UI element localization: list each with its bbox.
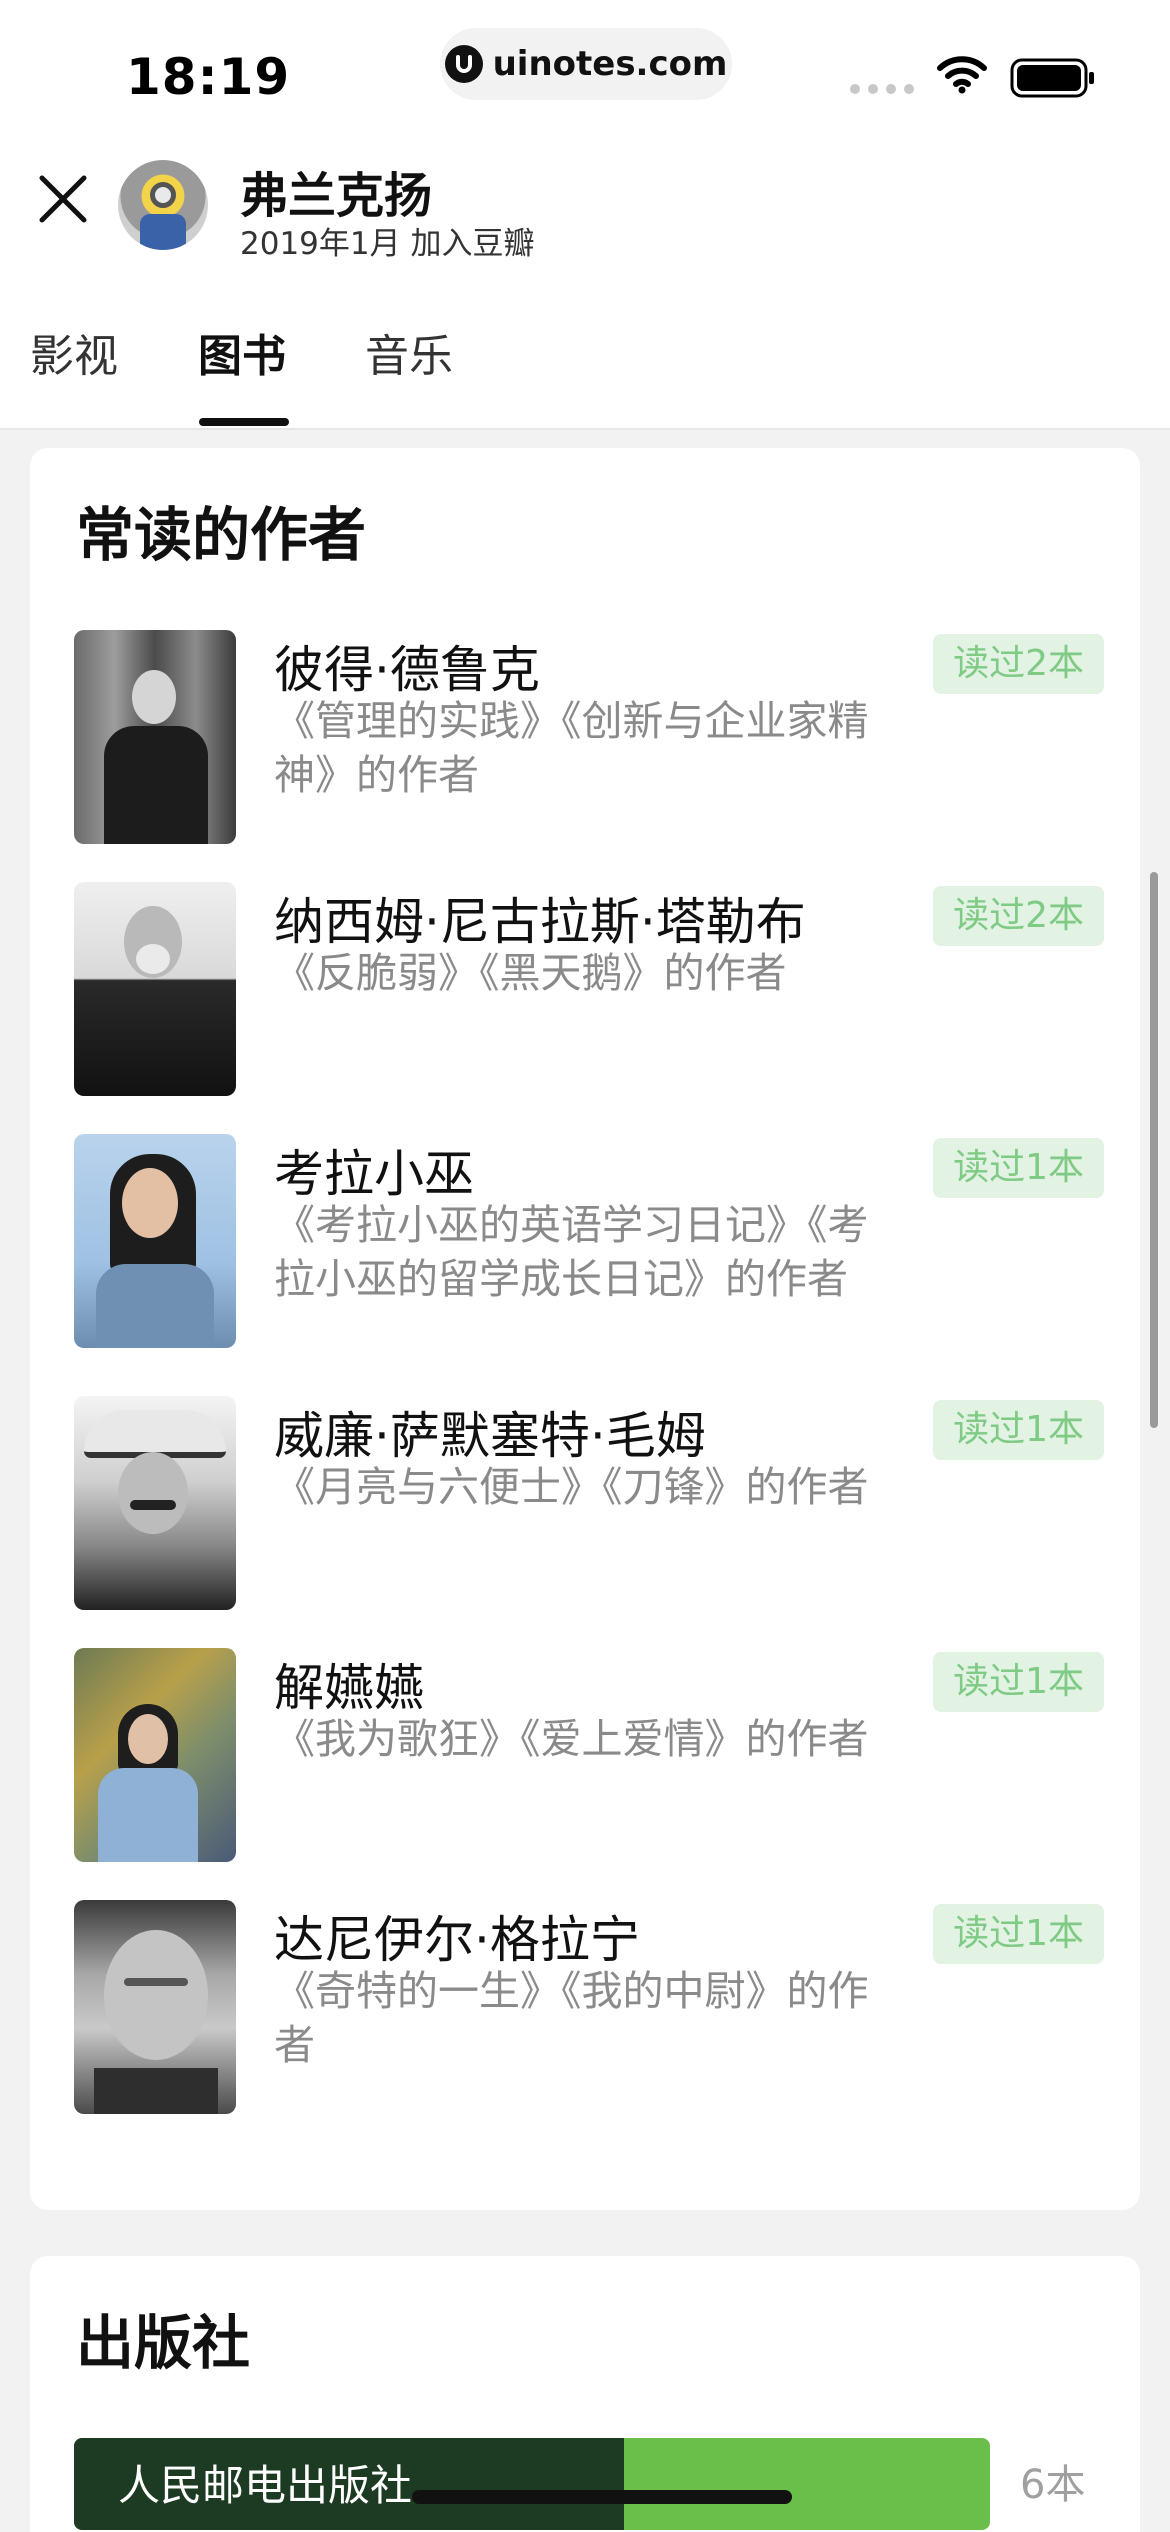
status-bar: 18:19 uinotes.com [0, 0, 1170, 140]
publisher-name: 人民邮电出版社 [118, 2461, 413, 2510]
author-books: 《奇特的一生》《我的中尉》的作者 [274, 1967, 869, 2069]
author-photo [74, 1396, 236, 1610]
publisher-count: 6本 [1020, 2462, 1086, 2508]
url-pill[interactable]: uinotes.com [440, 28, 732, 100]
author-name: 解嬿嬿 [274, 1659, 424, 1717]
join-date: 2019年1月 加入豆瓣 [240, 226, 535, 262]
author-books: 《管理的实践》《创新与企业家精神》的作者 [274, 697, 869, 799]
status-time: 18:19 [126, 48, 291, 106]
author-item[interactable]: 达尼伊尔·格拉宁 《奇特的一生》《我的中尉》的作者 读过1本 [74, 1900, 1104, 2120]
read-count-badge: 读过2本 [933, 634, 1104, 694]
page: 18:19 uinotes.com 弗兰克扬 2019年1月 加入豆瓣 影视 图… [0, 0, 1170, 2532]
author-photo [74, 1648, 236, 1862]
read-count-badge: 读过1本 [933, 1652, 1104, 1712]
status-icons [850, 54, 1100, 104]
close-icon[interactable] [30, 166, 96, 232]
author-item[interactable]: 彼得·德鲁克 《管理的实践》《创新与企业家精神》的作者 读过2本 [74, 630, 1104, 850]
wifi-icon [937, 56, 987, 94]
home-indicator [412, 2490, 792, 2504]
author-name: 考拉小巫 [274, 1145, 474, 1203]
avatar[interactable] [118, 160, 208, 250]
author-photo [74, 630, 236, 844]
author-books: 《我为歌狂》《爱上爱情》的作者 [274, 1715, 869, 1763]
author-books: 《反脆弱》《黑天鹅》的作者 [274, 949, 787, 997]
active-tab-indicator [199, 418, 289, 426]
author-books: 《月亮与六便士》《刀锋》的作者 [274, 1463, 869, 1511]
profile-header: 弗兰克扬 2019年1月 加入豆瓣 [0, 140, 1170, 270]
author-books: 《考拉小巫的英语学习日记》《考拉小巫的留学成长日记》的作者 [274, 1201, 869, 1303]
read-count-badge: 读过1本 [933, 1138, 1104, 1198]
author-photo [74, 1900, 236, 2114]
tab-bar: 影视 图书 音乐 [0, 300, 1170, 428]
scrollbar[interactable] [1150, 872, 1158, 1428]
site-logo-icon [444, 45, 483, 83]
author-name: 威廉·萨默塞特·毛姆 [274, 1407, 706, 1465]
tab-movies[interactable]: 影视 [30, 320, 118, 384]
cellular-signal-icon [850, 84, 914, 94]
publisher-bar[interactable]: 人民邮电出版社 [74, 2438, 990, 2530]
frequent-authors-card: 常读的作者 彼得·德鲁克 《管理的实践》《创新与企业家精神》的作者 读过2本 纳… [30, 448, 1140, 2210]
author-name: 彼得·德鲁克 [274, 641, 540, 699]
author-photo [74, 882, 236, 1096]
author-photo [74, 1134, 236, 1348]
section-title: 常读的作者 [76, 501, 367, 569]
url-text: uinotes.com [492, 44, 728, 84]
author-item[interactable]: 威廉·萨默塞特·毛姆 《月亮与六便士》《刀锋》的作者 读过1本 [74, 1396, 1104, 1616]
author-name: 达尼伊尔·格拉宁 [274, 1911, 640, 1969]
tab-books[interactable]: 图书 [198, 320, 286, 384]
section-title: 出版社 [76, 2309, 251, 2377]
battery-icon [1010, 58, 1094, 98]
author-item[interactable]: 解嬿嬿 《我为歌狂》《爱上爱情》的作者 读过1本 [74, 1648, 1104, 1868]
read-count-badge: 读过1本 [933, 1904, 1104, 1964]
author-item[interactable]: 纳西姆·尼古拉斯·塔勒布 《反脆弱》《黑天鹅》的作者 读过2本 [74, 882, 1104, 1102]
read-count-badge: 读过1本 [933, 1400, 1104, 1460]
author-item[interactable]: 考拉小巫 《考拉小巫的英语学习日记》《考拉小巫的留学成长日记》的作者 读过1本 [74, 1134, 1104, 1354]
read-count-badge: 读过2本 [933, 886, 1104, 946]
tab-music[interactable]: 音乐 [365, 320, 453, 384]
author-name: 纳西姆·尼古拉斯·塔勒布 [274, 893, 806, 951]
user-name: 弗兰克扬 [240, 168, 433, 224]
